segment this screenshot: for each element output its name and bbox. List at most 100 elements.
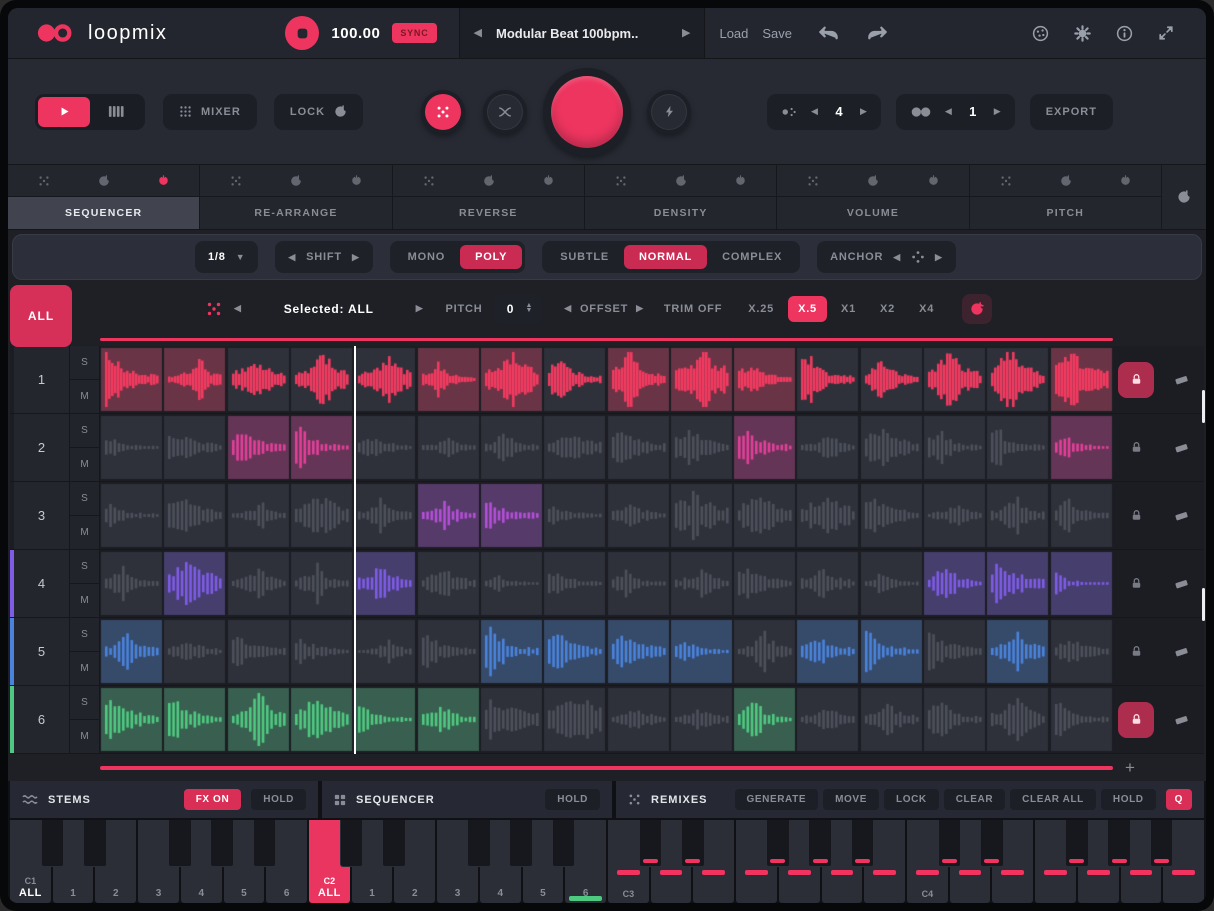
black-key[interactable] bbox=[808, 820, 832, 867]
track-waveform[interactable] bbox=[100, 618, 1113, 685]
lock-icon[interactable] bbox=[1118, 362, 1154, 398]
steps-next-icon[interactable]: ▶ bbox=[860, 107, 867, 116]
speed-x-25[interactable]: X.25 bbox=[738, 296, 784, 322]
mute-button[interactable]: M bbox=[70, 652, 99, 685]
trim-toggle[interactable]: TRIM OFF bbox=[664, 303, 722, 315]
steps-prev-icon[interactable]: ◀ bbox=[811, 107, 818, 116]
track-number[interactable]: 3 bbox=[14, 482, 70, 549]
solo-button[interactable]: S bbox=[70, 550, 99, 584]
remix-hold-button[interactable]: HOLD bbox=[1101, 789, 1156, 810]
shuffle-button[interactable] bbox=[483, 90, 527, 134]
lock-button[interactable]: LOCK bbox=[274, 94, 363, 130]
power-icon[interactable] bbox=[158, 175, 169, 186]
eraser-icon[interactable] bbox=[1159, 346, 1204, 413]
sync-icon[interactable] bbox=[483, 175, 495, 187]
mute-button[interactable]: M bbox=[70, 516, 99, 549]
eraser-icon[interactable] bbox=[1159, 482, 1204, 549]
speed-x1[interactable]: X1 bbox=[831, 296, 866, 322]
track-waveform[interactable] bbox=[100, 346, 1113, 413]
complexity-subtle[interactable]: SUBTLE bbox=[545, 245, 624, 269]
remix-clear-button[interactable]: CLEAR bbox=[944, 789, 1005, 810]
add-button[interactable]: + bbox=[1125, 759, 1135, 776]
black-key[interactable] bbox=[83, 820, 107, 867]
track-number[interactable]: 1 bbox=[14, 346, 70, 413]
black-key[interactable] bbox=[467, 820, 491, 867]
undo-icon[interactable] bbox=[818, 26, 839, 40]
fx-global-sync-icon[interactable] bbox=[1162, 165, 1206, 229]
black-key[interactable] bbox=[1107, 820, 1131, 867]
track-waveform[interactable] bbox=[100, 550, 1113, 617]
sync-icon[interactable] bbox=[867, 175, 879, 187]
save-button[interactable]: Save bbox=[762, 26, 792, 41]
sync-icon[interactable] bbox=[1060, 175, 1072, 187]
eraser-icon[interactable] bbox=[1159, 414, 1204, 481]
black-key[interactable] bbox=[552, 820, 576, 867]
track-waveform[interactable] bbox=[100, 482, 1113, 549]
solo-button[interactable]: S bbox=[70, 482, 99, 516]
resize-icon[interactable] bbox=[1158, 25, 1174, 42]
lock-icon[interactable] bbox=[1118, 498, 1154, 534]
redo-icon[interactable] bbox=[867, 26, 888, 40]
speed-x-5[interactable]: X.5 bbox=[788, 296, 827, 322]
black-key[interactable] bbox=[851, 820, 875, 867]
black-key[interactable] bbox=[210, 820, 234, 867]
black-key[interactable] bbox=[1065, 820, 1089, 867]
black-key[interactable] bbox=[1150, 820, 1174, 867]
solo-button[interactable]: S bbox=[70, 414, 99, 448]
keys-view-button[interactable] bbox=[90, 97, 142, 127]
quantize-button[interactable]: Q bbox=[1166, 789, 1192, 810]
retrigger-button[interactable] bbox=[962, 294, 992, 324]
sync-icon[interactable] bbox=[675, 175, 687, 187]
tab-re-arrange[interactable]: RE-ARRANGE bbox=[200, 197, 391, 229]
black-key[interactable] bbox=[253, 820, 277, 867]
black-key[interactable] bbox=[382, 820, 406, 867]
scroll-indicator[interactable] bbox=[1202, 390, 1205, 423]
bpm-display[interactable]: 100.00 bbox=[331, 25, 380, 42]
selected-prev-icon[interactable]: ◀ bbox=[234, 304, 242, 313]
info-icon[interactable] bbox=[1116, 25, 1133, 42]
dice-icon[interactable] bbox=[38, 175, 50, 187]
instant-button[interactable] bbox=[647, 90, 691, 134]
shift-left-icon[interactable]: ◀ bbox=[288, 253, 296, 262]
remix-move-button[interactable]: MOVE bbox=[823, 789, 879, 810]
sequencer-hold-button[interactable]: HOLD bbox=[545, 789, 600, 810]
dice-icon[interactable] bbox=[1000, 175, 1012, 187]
eraser-icon[interactable] bbox=[1159, 618, 1204, 685]
black-key[interactable] bbox=[681, 820, 705, 867]
offset-left-icon[interactable]: ◀ bbox=[564, 304, 572, 313]
gear-icon[interactable] bbox=[1074, 25, 1091, 42]
fx-on-button[interactable]: FX ON bbox=[184, 789, 242, 810]
black-key[interactable] bbox=[509, 820, 533, 867]
mixer-button[interactable]: MIXER bbox=[163, 94, 257, 130]
complexity-complex[interactable]: COMPLEX bbox=[707, 245, 797, 269]
lock-icon[interactable] bbox=[1118, 566, 1154, 602]
dice-icon[interactable] bbox=[807, 175, 819, 187]
export-button[interactable]: EXPORT bbox=[1030, 94, 1113, 130]
sync-toggle[interactable]: SYNC bbox=[392, 23, 436, 43]
tab-sequencer[interactable]: SEQUENCER bbox=[8, 197, 199, 229]
eraser-icon[interactable] bbox=[1159, 686, 1204, 753]
mute-button[interactable]: M bbox=[70, 448, 99, 481]
rate-select[interactable]: 1/8 ▼ bbox=[195, 241, 258, 273]
dice-icon[interactable] bbox=[615, 175, 627, 187]
track-number[interactable]: 2 bbox=[14, 414, 70, 481]
lock-icon[interactable] bbox=[1118, 634, 1154, 670]
load-button[interactable]: Load bbox=[719, 26, 748, 41]
tab-density[interactable]: DENSITY bbox=[585, 197, 776, 229]
remix-generate-button[interactable]: GENERATE bbox=[735, 789, 819, 810]
power-icon[interactable] bbox=[928, 175, 939, 186]
preset-next-icon[interactable]: ▶ bbox=[682, 28, 690, 39]
black-key[interactable] bbox=[639, 820, 663, 867]
loop-next-icon[interactable]: ▶ bbox=[994, 107, 1001, 116]
dice-icon[interactable] bbox=[206, 301, 222, 317]
lock-icon[interactable] bbox=[1118, 430, 1154, 466]
dice-icon[interactable] bbox=[230, 175, 242, 187]
remix-trigger-button[interactable] bbox=[543, 68, 631, 156]
selected-next-icon[interactable]: ▶ bbox=[416, 304, 424, 313]
anchor-left-icon[interactable]: ◀ bbox=[893, 253, 901, 262]
scroll-indicator[interactable] bbox=[1202, 588, 1205, 621]
voice-poly[interactable]: POLY bbox=[460, 245, 522, 269]
all-tracks-button[interactable]: ALL bbox=[10, 285, 72, 347]
remix-lock-button[interactable]: LOCK bbox=[884, 789, 939, 810]
shift-right-icon[interactable]: ▶ bbox=[352, 253, 360, 262]
